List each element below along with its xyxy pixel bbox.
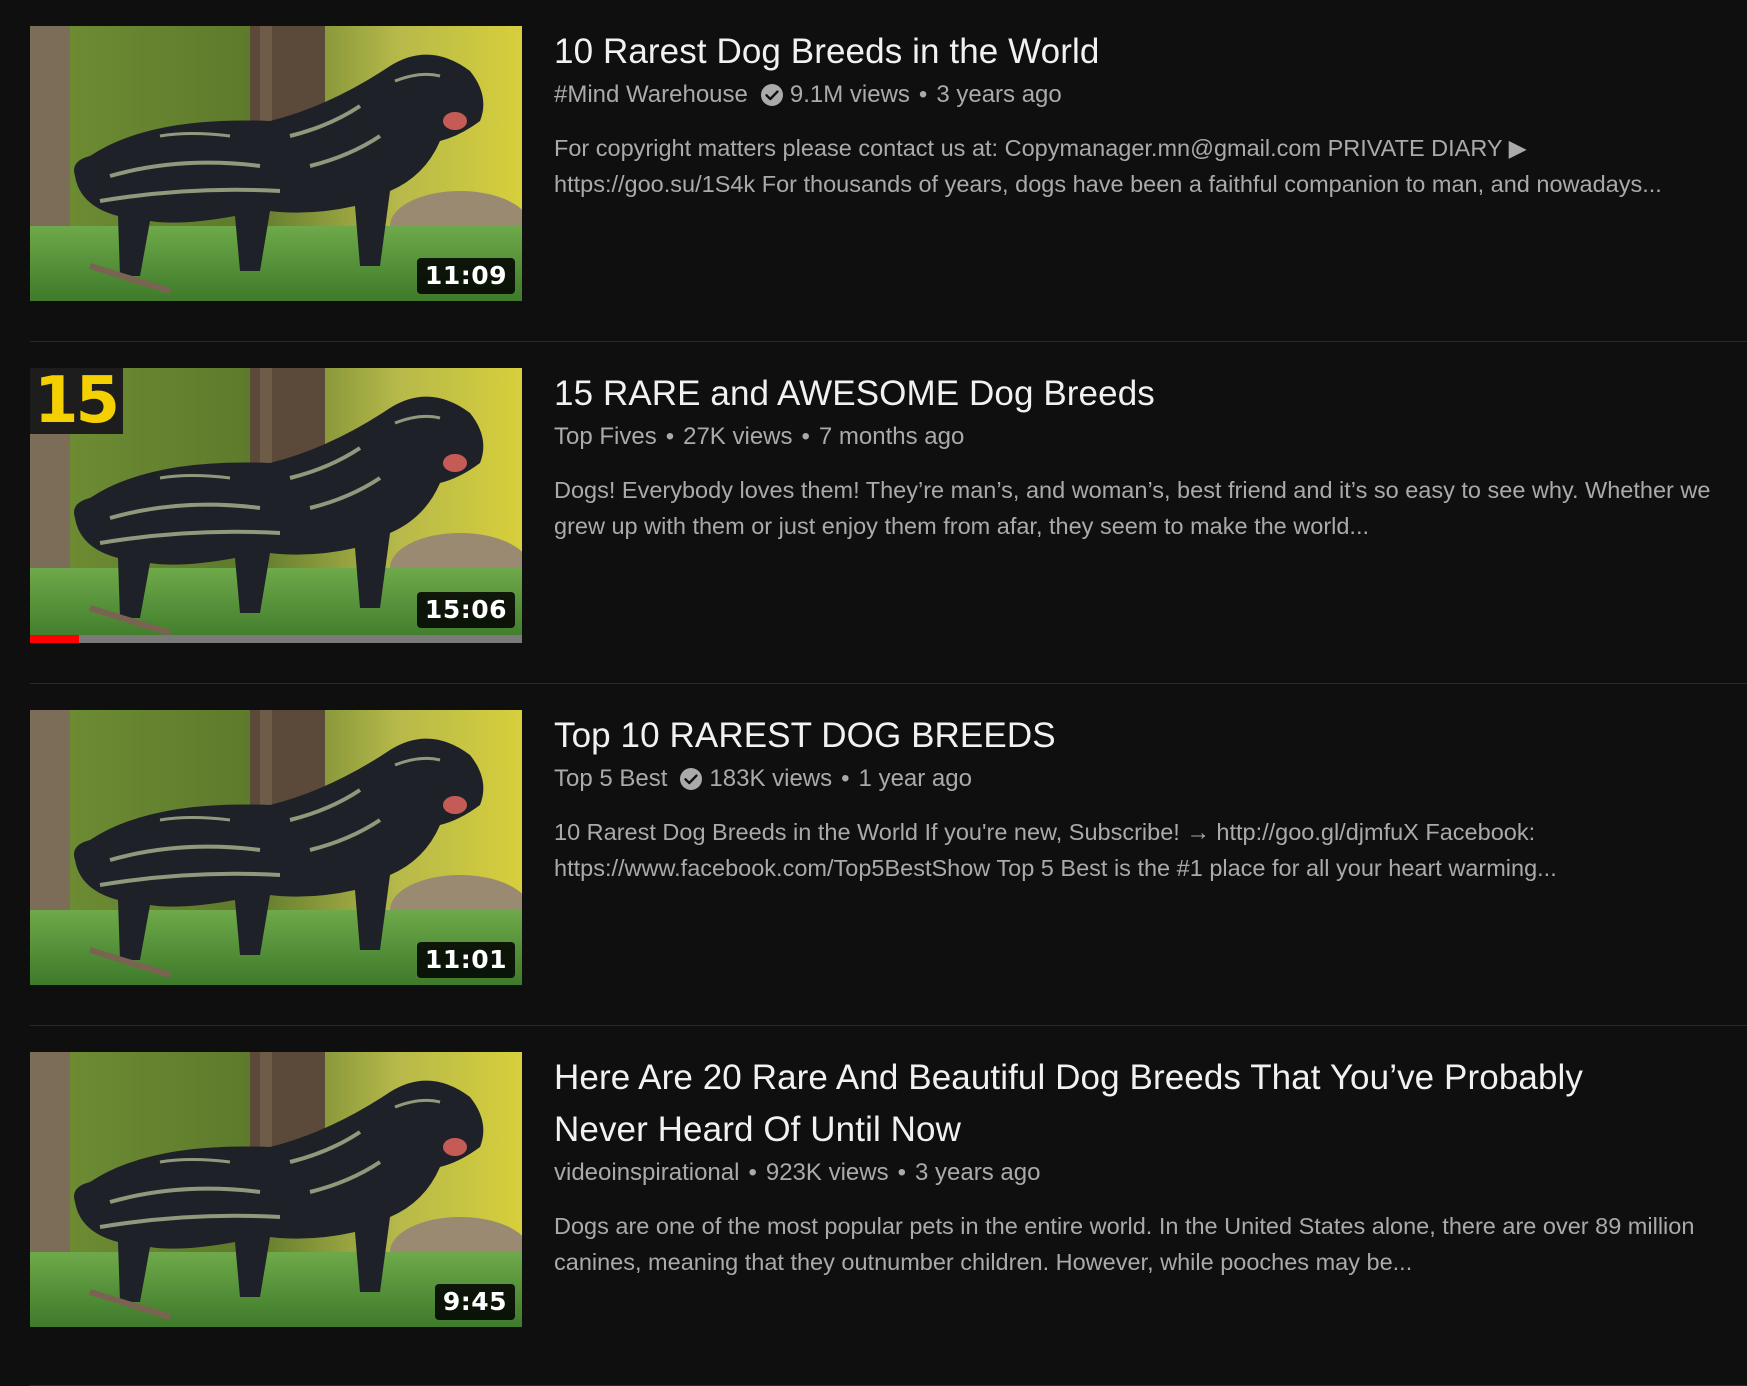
video-title[interactable]: Here Are 20 Rare And Beautiful Dog Breed…: [554, 1052, 1614, 1156]
video-info: 10 Rarest Dog Breeds in the World #Mind …: [554, 26, 1729, 202]
channel-name[interactable]: videoinspirational: [554, 1156, 739, 1190]
video-meta: Top Fives • 27K views • 7 months ago: [554, 420, 1729, 454]
channel-name[interactable]: Top Fives: [554, 420, 657, 454]
meta-separator: •: [918, 81, 928, 108]
view-count: 9.1M views: [789, 81, 910, 108]
upload-age: 3 years ago: [915, 1159, 1041, 1186]
duration-badge: 9:45: [434, 1284, 515, 1320]
video-thumbnail[interactable]: 11:01: [30, 710, 522, 985]
meta-separator: •: [665, 423, 675, 450]
duration-badge: 11:01: [416, 942, 515, 978]
video-thumbnail[interactable]: 9:45: [30, 1052, 522, 1327]
video-description: 10 Rarest Dog Breeds in the World If you…: [554, 819, 1557, 881]
channel-name[interactable]: #Mind Warehouse: [554, 78, 748, 112]
meta-separator: •: [748, 1159, 757, 1186]
video-title[interactable]: Top 10 RAREST DOG BREEDS: [554, 710, 1729, 762]
video-result[interactable]: 11:01 Top 10 RAREST DOG BREEDS Top 5 Bes…: [30, 684, 1747, 1026]
view-count: 27K views: [683, 423, 793, 450]
watch-progress-fill: [30, 635, 80, 643]
verified-check-icon: [679, 767, 703, 791]
upload-age: 3 years ago: [936, 81, 1062, 108]
meta-separator: •: [801, 423, 810, 450]
video-meta: Top 5 Best 183K views • 1 year ago: [554, 762, 1729, 796]
video-info: 15 RARE and AWESOME Dog Breeds Top Fives…: [554, 368, 1729, 544]
video-meta: videoinspirational • 923K views • 3 year…: [554, 1156, 1729, 1190]
upload-age: 7 months ago: [818, 423, 965, 450]
video-result[interactable]: 11:09 10 Rarest Dog Breeds in the World …: [30, 0, 1747, 342]
meta-separator: •: [897, 1159, 906, 1186]
video-title[interactable]: 15 RARE and AWESOME Dog Breeds: [554, 368, 1729, 420]
channel-name[interactable]: Top 5 Best: [554, 762, 667, 796]
view-count: 923K views: [765, 1159, 889, 1186]
video-result[interactable]: 9:45 Here Are 20 Rare And Beautiful Dog …: [30, 1026, 1747, 1386]
video-thumbnail[interactable]: 11:09: [30, 26, 522, 301]
video-title[interactable]: 10 Rarest Dog Breeds in the World: [554, 26, 1729, 78]
video-info: Top 10 RAREST DOG BREEDS Top 5 Best 183K…: [554, 710, 1729, 886]
view-count: 183K views: [709, 765, 833, 792]
thumbnail-overlay-number: 15: [30, 368, 124, 434]
video-result[interactable]: 15 15:06 15 RARE and AWESOME Dog Breeds …: [30, 342, 1747, 684]
verified-check-icon: [760, 83, 784, 107]
watch-progress-bar: [30, 635, 522, 643]
upload-age: 1 year ago: [858, 765, 972, 792]
meta-separator: •: [841, 765, 850, 792]
video-meta: #Mind Warehouse 9.1M views • 3 years ago: [554, 78, 1729, 112]
video-description: Dogs are one of the most popular pets in…: [554, 1213, 1695, 1275]
video-description: Dogs! Everybody loves them! They’re man’…: [554, 477, 1711, 539]
duration-badge: 15:06: [416, 592, 515, 628]
video-info: Here Are 20 Rare And Beautiful Dog Breed…: [554, 1052, 1729, 1280]
video-thumbnail[interactable]: 15 15:06: [30, 368, 522, 643]
video-description: For copyright matters please contact us …: [554, 135, 1662, 197]
search-results-list: 11:09 10 Rarest Dog Breeds in the World …: [30, 0, 1747, 1386]
duration-badge: 11:09: [416, 258, 515, 294]
